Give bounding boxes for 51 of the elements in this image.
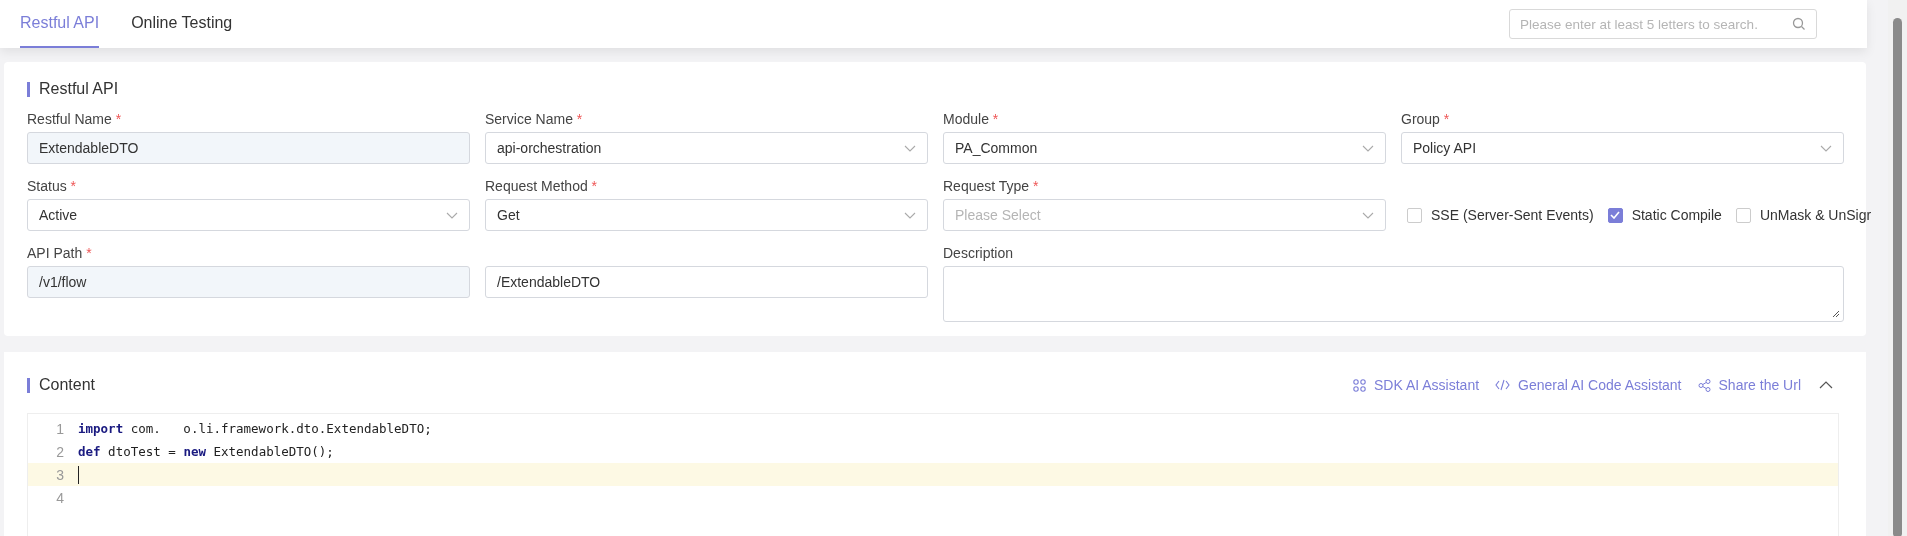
checkbox[interactable] xyxy=(1607,207,1623,223)
chevron-up-icon[interactable] xyxy=(1819,381,1833,389)
line-number: 2 xyxy=(55,443,65,460)
resize-handle-icon[interactable] xyxy=(1832,310,1840,318)
checkbox-label: Static Compile xyxy=(1631,207,1722,223)
checkbox[interactable] xyxy=(1735,207,1751,223)
chevron-down-icon xyxy=(446,211,458,219)
tab[interactable]: Restful API xyxy=(20,0,100,48)
scrollbar[interactable] xyxy=(1888,0,1907,536)
checkbox[interactable] xyxy=(1407,207,1422,223)
section-title: Restful API xyxy=(39,80,119,98)
code-line: def dtoTest = new ExtendableDTO(); xyxy=(78,444,334,459)
search-field[interactable]: Please enter at least 5 letters to search. xyxy=(1509,9,1817,39)
search-icon xyxy=(1792,17,1806,31)
select-field[interactable]: PA_Common xyxy=(943,132,1386,164)
field-label: Group * xyxy=(1401,111,1450,127)
field-label: Request Type * xyxy=(943,178,1039,194)
grid-icon xyxy=(1353,378,1366,392)
field-label: Status * xyxy=(27,178,77,194)
line-number: 1 xyxy=(55,420,65,437)
action-link[interactable]: Share the Url xyxy=(1697,377,1801,393)
action-link[interactable]: SDK AI Assistant xyxy=(1353,377,1480,393)
select-field[interactable]: Policy API xyxy=(1401,132,1844,164)
chevron-down-icon xyxy=(904,144,916,152)
field-label: Module * xyxy=(943,111,999,127)
line-number: 3 xyxy=(55,466,65,483)
field-label: Request Method * xyxy=(485,178,598,194)
chevron-down-icon xyxy=(1362,144,1374,152)
chevron-down-icon xyxy=(904,211,916,219)
code-editor[interactable]: 1 import com. o.li.framework.dto.ExtendableDTO; 2 def dtoTest = new ExtendableDTO(); 3 4 xyxy=(27,413,1839,536)
select-field[interactable]: api-orchestration xyxy=(485,132,928,164)
field-label: API Path * xyxy=(27,245,92,261)
scroll-thumb[interactable] xyxy=(1893,18,1902,536)
chevron-down-icon xyxy=(1362,211,1374,219)
select-field[interactable]: Get xyxy=(485,199,928,231)
code-icon xyxy=(1495,379,1511,391)
select-field[interactable]: Active xyxy=(27,199,470,231)
action-link[interactable]: General AI Code Assistant xyxy=(1495,377,1682,393)
checkbox-label: SSE (Server-Sent Events) xyxy=(1431,207,1594,223)
text-field[interactable]: /ExtendableDTO xyxy=(485,266,928,298)
chevron-down-icon xyxy=(1820,144,1832,152)
field-label: Restful Name * xyxy=(27,111,122,127)
share-icon xyxy=(1697,378,1711,392)
field-label: Description xyxy=(943,245,1014,261)
tab[interactable]: Online Testing xyxy=(131,0,233,48)
checkbox-label: UnMask & UnSigr xyxy=(1759,207,1872,223)
code-line: import com. o.li.framework.dto.ExtendableDTO; xyxy=(78,421,432,436)
description-field[interactable] xyxy=(943,266,1844,322)
line-number: 4 xyxy=(55,489,65,506)
section-title: Content xyxy=(39,376,96,394)
field-label: Service Name * xyxy=(485,111,583,127)
